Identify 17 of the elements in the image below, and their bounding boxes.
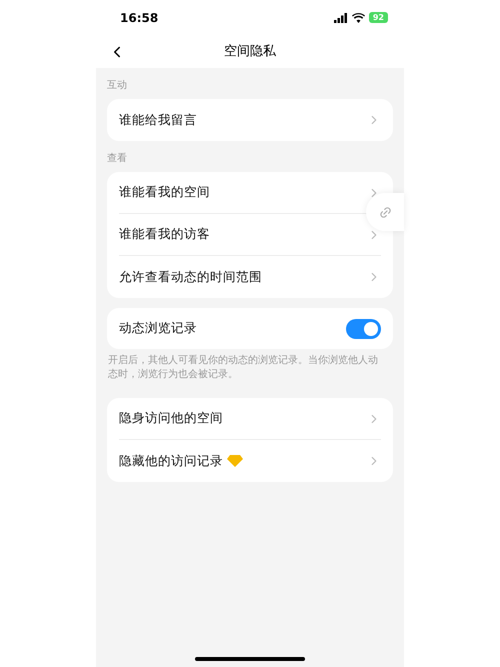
- row-label[interactable]: 允许查看动态的时间范围: [119, 268, 262, 286]
- section-label: 互动: [107, 79, 128, 93]
- row-label[interactable]: 隐藏他的访问记录: [119, 452, 223, 470]
- toggle-description: 开启后，其他人可看见你的动态的浏览记录。当你浏览他人动态时，浏览行为也会被记录。: [107, 354, 379, 382]
- row-label[interactable]: 谁能给我留言: [119, 110, 197, 130]
- row-label[interactable]: 谁能看我的空间: [119, 183, 210, 202]
- row-label: 动态浏览记录: [119, 319, 197, 338]
- link-button[interactable]: [366, 193, 404, 231]
- section-label: 查看: [107, 152, 128, 166]
- wifi-icon: [352, 12, 365, 22]
- signal-icon: [334, 12, 348, 22]
- status-time: 16:58: [120, 10, 158, 26]
- row-label[interactable]: 隐身访问他的空间: [119, 409, 223, 428]
- toggle-switch[interactable]: [346, 318, 381, 338]
- row-label[interactable]: 谁能看我的访客: [119, 225, 210, 244]
- battery-level: 92: [368, 12, 388, 23]
- page-title: 空间隐私: [224, 42, 276, 61]
